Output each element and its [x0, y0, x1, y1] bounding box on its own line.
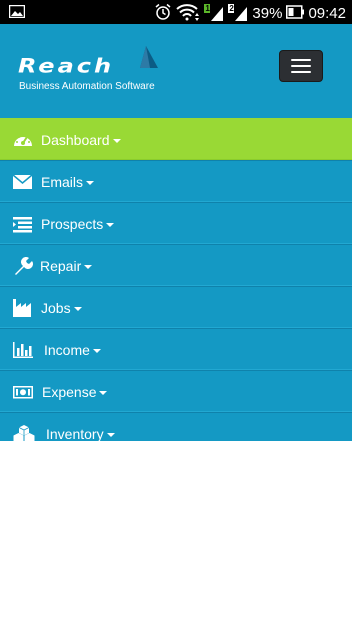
main-navigation: Dashboard Emails Prospects Repair Jobs I…	[0, 108, 352, 441]
nav-item-repair[interactable]: Repair	[0, 244, 352, 286]
caret-down-icon	[73, 307, 82, 312]
nav-item-label: Prospects	[41, 216, 115, 232]
signal-sim2-icon: 2	[228, 3, 248, 25]
caret-down-icon	[106, 433, 115, 438]
alarm-icon	[154, 3, 172, 25]
battery-icon	[286, 5, 305, 23]
gallery-notification-icon	[8, 4, 26, 22]
reach-logo[interactable]: Reach Business Automation Software	[18, 46, 158, 96]
nav-item-label: Inventory	[46, 426, 115, 441]
caret-down-icon	[99, 391, 108, 396]
sim1-badge: 1	[205, 4, 210, 13]
list-icon	[13, 217, 32, 233]
battery-percent: 39%	[252, 5, 283, 22]
caret-down-icon	[86, 181, 95, 186]
nav-item-expense[interactable]: Expense	[0, 370, 352, 412]
nav-item-label: Dashboard	[41, 132, 121, 148]
caret-down-icon	[84, 265, 93, 270]
nav-item-label: Emails	[41, 174, 95, 190]
nav-item-label: Jobs	[41, 300, 82, 316]
app-header: Reach Business Automation Software	[0, 24, 352, 108]
hamburger-bar	[291, 59, 311, 61]
money-icon	[13, 386, 33, 399]
bar-chart-icon	[13, 342, 33, 358]
status-bar: 1 2 39% 09:42	[0, 0, 352, 24]
sim2-badge: 2	[229, 4, 234, 13]
sail-logo-icon	[140, 46, 158, 68]
caret-down-icon	[92, 349, 101, 354]
nav-item-dashboard[interactable]: Dashboard	[0, 118, 352, 160]
nav-item-label: Expense	[42, 384, 108, 400]
status-icons: 1 2 39% 09:42	[154, 3, 346, 25]
hamburger-bar	[291, 65, 311, 67]
nav-item-emails[interactable]: Emails	[0, 160, 352, 202]
nav-item-jobs[interactable]: Jobs	[0, 286, 352, 328]
cubes-icon	[13, 425, 35, 441]
hamburger-bar	[291, 71, 311, 73]
caret-down-icon	[106, 223, 115, 228]
logo-wordmark: Reach	[18, 54, 115, 78]
logo-tagline: Business Automation Software	[19, 81, 155, 92]
nav-item-label: Income	[44, 342, 101, 358]
dashboard-gauge-icon	[14, 134, 32, 146]
nav-item-prospects[interactable]: Prospects	[0, 202, 352, 244]
nav-item-income[interactable]: Income	[0, 328, 352, 370]
caret-down-icon	[112, 139, 121, 144]
wrench-icon	[15, 257, 33, 275]
clock: 09:42	[308, 5, 346, 22]
signal-sim1-icon: 1	[204, 3, 224, 25]
nav-item-inventory[interactable]: Inventory	[0, 412, 352, 441]
nav-item-label: Repair	[40, 258, 93, 274]
factory-icon	[13, 299, 31, 317]
hamburger-menu-button[interactable]	[279, 50, 323, 82]
envelope-icon	[13, 174, 33, 189]
wifi-icon	[176, 3, 200, 25]
